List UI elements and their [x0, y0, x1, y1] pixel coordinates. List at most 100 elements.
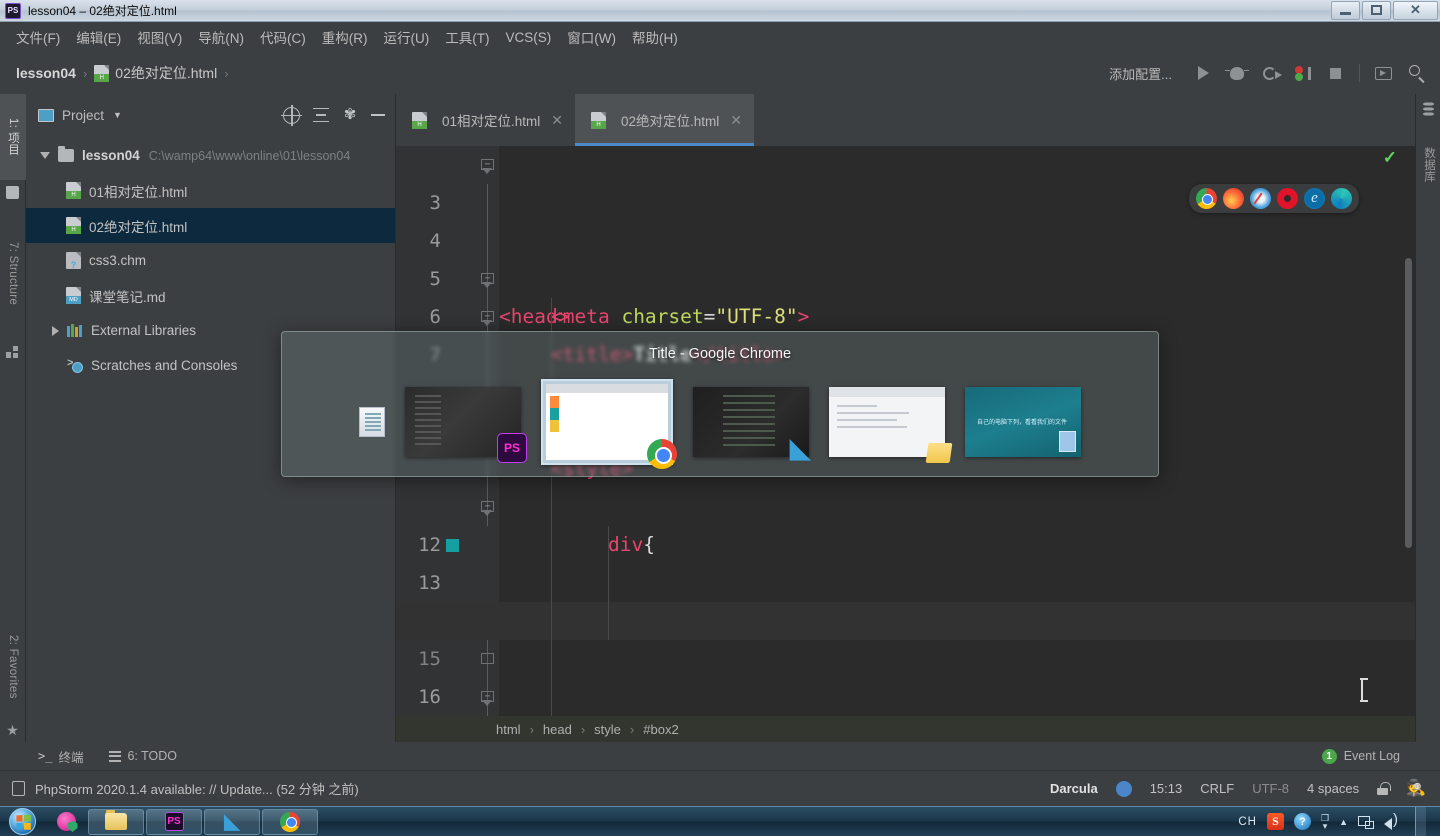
sidebar-tab-favorites[interactable]: 2: Favorites	[0, 612, 26, 722]
chrome-icon[interactable]	[1196, 188, 1217, 209]
window-icon	[1059, 431, 1076, 452]
windows-start-orb[interactable]	[0, 807, 44, 836]
tab-01相对定位[interactable]: 01相对定位.html ✕	[396, 94, 575, 146]
editor-scrollbar[interactable]	[1404, 198, 1413, 742]
tree-row-lesson04[interactable]: lesson04 C:\wamp64\www\online\01\lesson0…	[26, 138, 395, 173]
fold-end-icon[interactable]	[481, 653, 494, 664]
event-log-button[interactable]: 1 Event Log	[1321, 748, 1400, 764]
breadcrumb-lesson04[interactable]: lesson04	[16, 65, 76, 81]
tool-todo[interactable]: 6: TODO	[109, 749, 177, 763]
chevron-down-icon[interactable]: ▼	[113, 110, 122, 120]
help-icon[interactable]: ?	[1294, 813, 1311, 830]
tool-terminal[interactable]: >_ 终端	[38, 747, 83, 766]
tray-expand-icon[interactable]: ▲	[1339, 817, 1348, 827]
code-line[interactable]: 13 background: darkcyan;	[396, 526, 1415, 742]
menu-navigate[interactable]: 导航(N)	[190, 24, 252, 50]
opera-icon[interactable]	[1277, 188, 1298, 209]
menu-edit[interactable]: 编辑(E)	[68, 24, 129, 50]
structure-icon	[6, 346, 19, 359]
collapse-all-icon[interactable]	[313, 107, 329, 123]
menu-window[interactable]: 窗口(W)	[559, 24, 624, 50]
breadcrumb-file[interactable]: 02绝对定位.html	[94, 63, 217, 83]
menu-tools[interactable]: 工具(T)	[437, 24, 497, 50]
edge-icon[interactable]	[1331, 188, 1352, 209]
scrollbar-thumb[interactable]	[1405, 258, 1412, 548]
code-line[interactable]: 5 <title>Title</title>	[396, 222, 1415, 366]
maximize-button[interactable]	[1362, 0, 1391, 20]
thumb-vscode[interactable]: ◣	[693, 387, 810, 461]
status-indent[interactable]: 4 spaces	[1307, 781, 1359, 796]
taskbar-security[interactable]	[46, 809, 86, 835]
notification-icon[interactable]	[12, 781, 25, 796]
firefox-icon[interactable]	[1223, 188, 1244, 209]
hide-icon[interactable]	[371, 114, 385, 116]
menu-refactor[interactable]: 重构(R)	[314, 24, 376, 50]
chevron-right-icon[interactable]	[52, 325, 59, 336]
tab-02绝对定位[interactable]: 02绝对定位.html ✕	[575, 94, 755, 146]
close-icon[interactable]: ✕	[730, 112, 742, 129]
volume-icon[interactable]	[1384, 811, 1401, 830]
code-line-current[interactable]: 15	[396, 602, 1415, 670]
code-line[interactable]: 6 − <style>	[396, 260, 1415, 480]
tree-row-02绝对定位[interactable]: 02绝对定位.html	[26, 208, 395, 243]
inspection-status-icon[interactable]: ✓	[1383, 148, 1397, 168]
run-configuration-selector[interactable]: 添加配置...	[1109, 64, 1172, 83]
network-icon[interactable]	[1358, 815, 1374, 829]
run-icon[interactable]	[1194, 64, 1213, 83]
breadcrumb-box2[interactable]: #box2	[643, 722, 678, 737]
thumb-phpstorm[interactable]: PS	[405, 387, 527, 463]
thumb-chrome[interactable]	[541, 379, 677, 469]
inspector-icon[interactable]: 🕵	[1406, 780, 1426, 797]
color-swatch-icon[interactable]	[446, 539, 459, 552]
safari-icon[interactable]	[1250, 188, 1271, 209]
status-message[interactable]: PhpStorm 2020.1.4 available: // Update..…	[35, 779, 359, 798]
status-theme[interactable]: Darcula	[1050, 781, 1098, 796]
menu-view[interactable]: 视图(V)	[129, 24, 190, 50]
status-encoding[interactable]: UTF-8	[1252, 781, 1289, 796]
chevron-down-icon[interactable]	[40, 152, 50, 159]
debug-icon[interactable]	[1224, 64, 1249, 83]
taskbar-vscode[interactable]: ◣	[204, 808, 260, 835]
sogou-ime-icon[interactable]: S	[1267, 813, 1284, 830]
close-button[interactable]: ✕	[1393, 0, 1438, 20]
lock-icon[interactable]	[1377, 782, 1392, 795]
taskbar-chrome[interactable]	[262, 808, 318, 835]
code-line[interactable]: 12 − #box2{	[396, 488, 1415, 742]
show-desktop-button[interactable]	[1415, 806, 1426, 836]
menu-help[interactable]: 帮助(H)	[624, 24, 686, 50]
sidebar-tab-database[interactable]: 数据库	[1416, 122, 1440, 208]
search-icon[interactable]	[1407, 64, 1426, 84]
code-line[interactable]: 3 − <head>	[396, 146, 1415, 328]
menu-vcs[interactable]: VCS(S)	[498, 27, 560, 48]
code-line[interactable]: 14 position: absolute;	[396, 564, 1415, 742]
thumb-desktop[interactable]: 自己的电脑下列，看看我们的文件	[965, 387, 1081, 457]
tree-row-课堂笔记[interactable]: 课堂笔记.md	[26, 278, 395, 313]
code-line[interactable]: 17 − #box3{	[396, 678, 1415, 742]
menu-run[interactable]: 运行(U)	[376, 24, 438, 50]
screen-icon[interactable]	[1374, 64, 1393, 83]
menu-file[interactable]: 文件(F)	[8, 24, 68, 50]
thumb-explorer[interactable]	[829, 387, 953, 463]
locate-icon[interactable]	[281, 104, 302, 126]
internet-explorer-icon[interactable]: e	[1304, 188, 1325, 209]
menu-code[interactable]: 代码(C)	[252, 24, 314, 50]
close-icon[interactable]: ✕	[551, 112, 563, 129]
minimize-button[interactable]	[1331, 0, 1360, 20]
stop-icon[interactable]	[1326, 64, 1345, 83]
taskbar-phpstorm[interactable]: PS	[146, 808, 202, 835]
breadcrumb-style[interactable]: style	[594, 722, 621, 737]
profile-icon[interactable]	[1293, 64, 1312, 83]
sidebar-tab-structure[interactable]: 7: Structure	[0, 209, 26, 339]
run-with-coverage-icon[interactable]	[1260, 64, 1282, 83]
show-hidden-icons[interactable]: ❐ ▾	[1321, 813, 1329, 830]
tree-row-01相对定位[interactable]: 01相对定位.html	[26, 173, 395, 208]
sidebar-tab-project[interactable]: 1: 项目	[0, 94, 26, 180]
ime-indicator[interactable]: CH	[1238, 816, 1257, 828]
status-line-separator[interactable]: CRLF	[1200, 781, 1234, 796]
tree-row-css3-chm[interactable]: css3.chm	[26, 243, 395, 278]
breadcrumb-head[interactable]: head	[543, 722, 572, 737]
code-line[interactable]: 16 }	[396, 640, 1415, 708]
settings-gear-icon[interactable]: ✾	[342, 107, 358, 123]
taskbar-explorer[interactable]	[88, 808, 144, 835]
breadcrumb-html[interactable]: html	[496, 722, 521, 737]
